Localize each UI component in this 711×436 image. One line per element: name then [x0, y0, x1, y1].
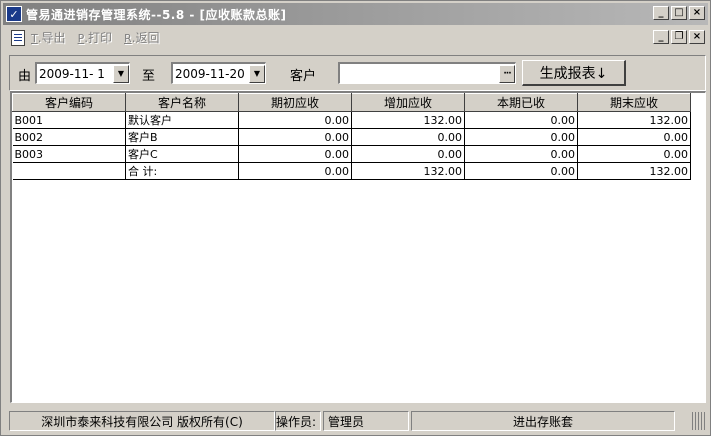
- status-bar: 深圳市泰来科技有限公司 版权所有(C) 操作员: 管理员 进出存账套: [3, 409, 708, 433]
- report-grid[interactable]: 客户编码 客户名称 期初应收 增加应收 本期已收 期末应收 B001 默认客户 …: [10, 91, 706, 403]
- customer-label: 客户: [290, 69, 317, 84]
- cell-added: 132.00: [351, 111, 465, 129]
- cell-received: 0.00: [464, 111, 578, 129]
- cell-opening: 0.00: [238, 145, 352, 163]
- table-header-row: 客户编码 客户名称 期初应收 增加应收 本期已收 期末应收: [12, 93, 691, 112]
- to-date-value: 2009-11-20: [175, 66, 245, 81]
- resize-grip-icon[interactable]: [692, 412, 706, 430]
- menu-item-return[interactable]: R.返回: [124, 29, 159, 46]
- status-operator-label: 操作员:: [275, 411, 321, 431]
- cell-added-total: 132.00: [351, 162, 465, 180]
- cell-received: 0.00: [464, 128, 578, 146]
- cell-total-label: 合 计:: [125, 162, 239, 180]
- mdi-restore-button[interactable]: ❐: [671, 30, 687, 44]
- maximize-button[interactable]: □: [671, 6, 687, 20]
- cell-customer-code: B002: [12, 128, 126, 146]
- cell-received: 0.00: [464, 145, 578, 163]
- report-table: 客户编码 客户名称 期初应收 增加应收 本期已收 期末应收 B001 默认客户 …: [12, 93, 691, 180]
- to-date-picker[interactable]: 2009-11-20 ▼: [171, 62, 266, 84]
- col-header-customer-name[interactable]: 客户名称: [125, 93, 239, 112]
- cell-added: 0.00: [351, 128, 465, 146]
- menu-item-print[interactable]: P.打印: [78, 29, 112, 46]
- cell-added: 0.00: [351, 145, 465, 163]
- col-header-added-receivable[interactable]: 增加应收: [351, 93, 465, 112]
- cell-customer-name: 客户C: [125, 145, 239, 163]
- mdi-controls: _ ❐ ×: [653, 30, 705, 44]
- document-icon: [11, 29, 25, 46]
- app-window: ✓ 管易通进销存管理系统--5.8 - [应收账款总账] _ □ × T.导出 …: [0, 0, 711, 436]
- cell-closing-total: 132.00: [577, 162, 691, 180]
- cell-opening-total: 0.00: [238, 162, 352, 180]
- mdi-minimize-button[interactable]: _: [653, 30, 669, 44]
- menu-item-export[interactable]: T.导出: [31, 29, 66, 46]
- col-header-customer-code[interactable]: 客户编码: [12, 93, 126, 112]
- close-button[interactable]: ×: [689, 6, 705, 20]
- menu-item-return-key: R: [124, 32, 132, 45]
- window-controls: _ □ ×: [653, 6, 705, 20]
- table-row[interactable]: B003 客户C 0.00 0.00 0.00 0.00: [12, 145, 691, 163]
- title-bar[interactable]: ✓ 管易通进销存管理系统--5.8 - [应收账款总账] _ □ ×: [3, 3, 708, 25]
- table-row[interactable]: B002 客户B 0.00 0.00 0.00 0.00: [12, 128, 691, 146]
- cell-received-total: 0.00: [464, 162, 578, 180]
- from-label: 由: [18, 69, 32, 84]
- generate-report-button[interactable]: 生成报表↓: [522, 60, 626, 86]
- from-date-dropdown-button[interactable]: ▼: [113, 64, 129, 83]
- cell-customer-code: B001: [12, 111, 126, 129]
- to-label: 至: [142, 69, 156, 84]
- window-title: 管易通进销存管理系统--5.8 - [应收账款总账]: [26, 7, 287, 22]
- status-operator: 管理员: [323, 411, 409, 431]
- menu-item-export-key: T: [31, 32, 38, 45]
- customer-field[interactable]: ···: [338, 62, 516, 84]
- status-account-set: 进出存账套: [411, 411, 675, 431]
- minimize-button[interactable]: _: [653, 6, 669, 20]
- cell-customer-name: 默认客户: [125, 111, 239, 129]
- status-company: 深圳市泰来科技有限公司 版权所有(C): [9, 411, 275, 431]
- filter-panel: 由 2009-11- 1 ▼ 至 2009-11-20 ▼ 客户 ··· 生成报…: [9, 55, 706, 91]
- from-date-value: 2009-11- 1: [39, 66, 105, 81]
- col-header-received[interactable]: 本期已收: [464, 93, 578, 112]
- cell-customer-name: 客户B: [125, 128, 239, 146]
- table-row[interactable]: B001 默认客户 0.00 132.00 0.00 132.00: [12, 111, 691, 129]
- cell-closing: 0.00: [577, 145, 691, 163]
- cell-customer-code: [12, 162, 126, 180]
- col-header-closing-receivable[interactable]: 期末应收: [577, 93, 691, 112]
- col-header-opening-receivable[interactable]: 期初应收: [238, 93, 352, 112]
- menu-bar: T.导出 P.打印 R.返回 _ ❐ ×: [3, 27, 708, 48]
- menu-item-print-label: .打印: [84, 31, 113, 45]
- table-total-row[interactable]: 合 计: 0.00 132.00 0.00 132.00: [12, 162, 691, 180]
- cell-opening: 0.00: [238, 111, 352, 129]
- from-date-picker[interactable]: 2009-11- 1 ▼: [35, 62, 130, 84]
- cell-closing: 132.00: [577, 111, 691, 129]
- customer-browse-button[interactable]: ···: [499, 64, 515, 83]
- menu-item-export-label: .导出: [37, 31, 66, 45]
- cell-customer-code: B003: [12, 145, 126, 163]
- to-date-dropdown-button[interactable]: ▼: [249, 64, 265, 83]
- cell-opening: 0.00: [238, 128, 352, 146]
- app-icon: ✓: [6, 6, 22, 22]
- menu-item-return-label: .返回: [131, 31, 160, 45]
- mdi-close-button[interactable]: ×: [689, 30, 705, 44]
- cell-closing: 0.00: [577, 128, 691, 146]
